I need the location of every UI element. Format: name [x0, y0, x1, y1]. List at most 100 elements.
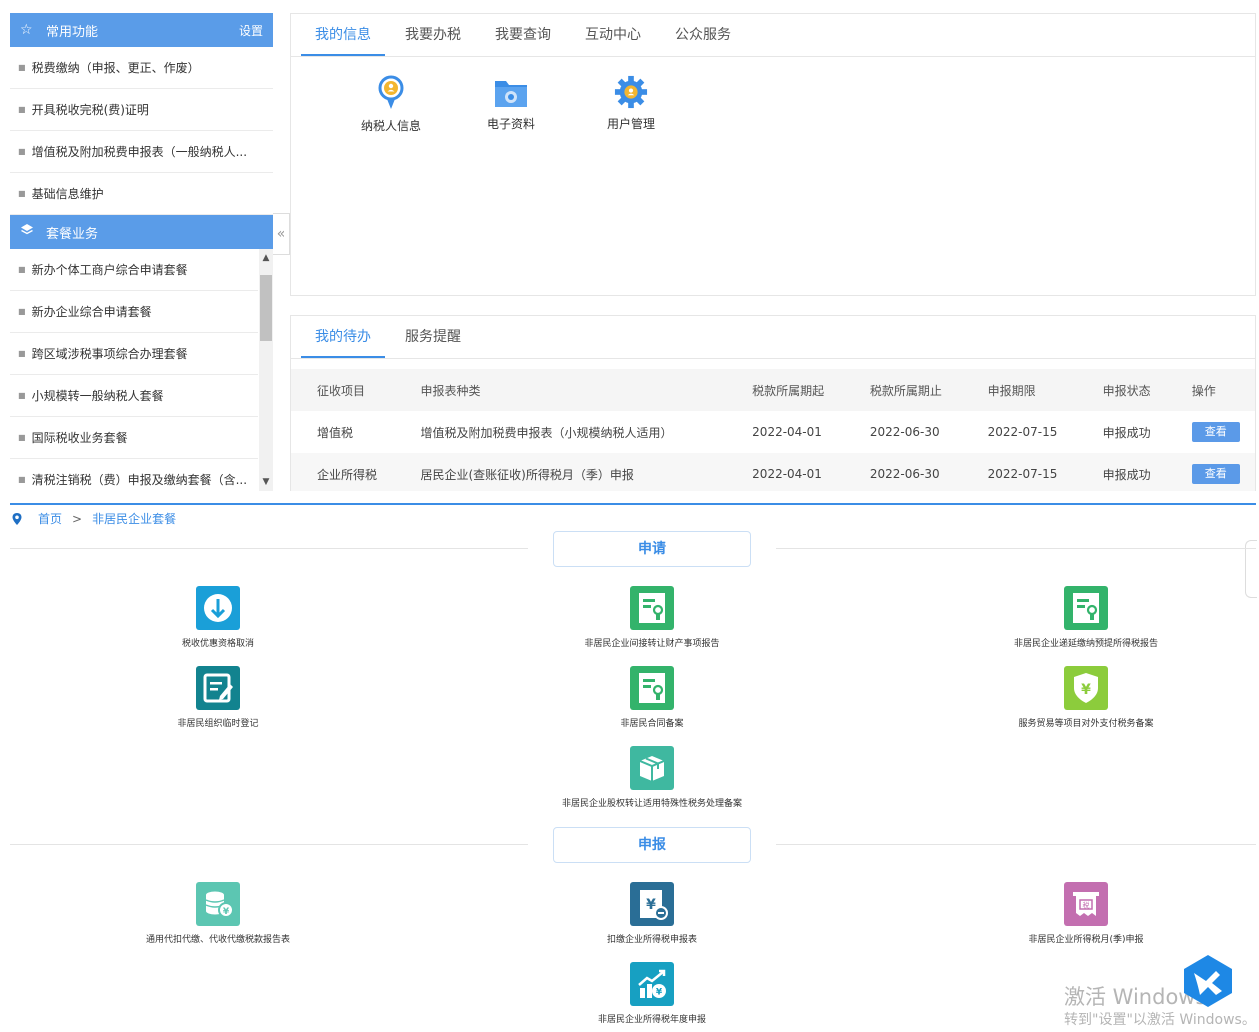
sidebar-item-tax-payment[interactable]: ■ 税费缴纳（申报、更正、作废） [10, 47, 273, 89]
service-temp-registration[interactable]: 非居民组织临时登记 [88, 666, 348, 729]
sidebar-item-package[interactable]: ■ 新办个体工商户综合申请套餐 [10, 249, 258, 291]
table-cell: 2022-04-01 [726, 453, 844, 491]
service-withholding-cit-return[interactable]: ¥ 扣缴企业所得税申报表 [522, 882, 782, 945]
sidebar-item-basic-info[interactable]: ■ 基础信息维护 [10, 173, 273, 215]
tab-query[interactable]: 我要查询 [481, 14, 565, 56]
tab-my-todo[interactable]: 我的待办 [301, 316, 385, 358]
package-list-scrollbar[interactable]: ▲ ▼ [259, 249, 273, 491]
certificate-icon [630, 586, 674, 630]
column-header: 操作 [1165, 369, 1255, 411]
coins-icon: ¥ [196, 882, 240, 926]
service-label: 服务贸易等项目对外支付税务备案 [1018, 719, 1154, 729]
tab-handle-tax[interactable]: 我要办税 [391, 14, 475, 56]
breadcrumb-separator: > [72, 511, 83, 526]
scroll-down-icon[interactable]: ▼ [259, 475, 273, 489]
todo-tabs: 我的待办 服务提醒 [291, 316, 1255, 359]
tab-public-service[interactable]: 公众服务 [661, 14, 745, 56]
service-contract-filing[interactable]: 非居民合同备案 [522, 666, 782, 729]
table-cell: 2022-07-15 [987, 425, 1058, 439]
service-equity-transfer-filing[interactable]: 非居民企业股权转让适用特殊性税务处理备案 [522, 746, 782, 809]
taxpayer-info-shortcut[interactable]: 纳税人信息 [331, 75, 451, 134]
table-cell: 查看 [1166, 411, 1255, 453]
service-deferred-withholding-report[interactable]: 非居民企业递延缴纳预提所得税报告 [956, 586, 1216, 649]
scroll-up-icon[interactable]: ▲ [259, 251, 273, 265]
table-cell: 2022-07-15 [961, 453, 1077, 491]
sidebar-item-package[interactable]: ■ 新办企业综合申请套餐 [10, 291, 258, 333]
bullet-icon: ■ [18, 391, 26, 400]
sidebar-item-vat-return[interactable]: ■ 增值税及附加税费申报表（一般纳税人... [10, 131, 273, 173]
section-title-declare: 申报 [553, 827, 751, 863]
column-header: 税款所属期止 [843, 369, 962, 411]
quick-icon-label: 用户管理 [606, 117, 655, 131]
section-divider-line [776, 844, 1256, 845]
tab-service-reminder[interactable]: 服务提醒 [391, 316, 475, 358]
my-todo-panel: 我的待办 服务提醒 征收项目 申报表种类 税款所属期起 税款所属期止 申报期限 … [290, 315, 1256, 491]
table-cell: 查看 [1165, 453, 1255, 491]
breadcrumb-home-link[interactable]: 首页 [38, 510, 62, 527]
box-icon [630, 746, 674, 790]
breadcrumb: 首页 > 非居民企业套餐 [10, 510, 176, 527]
view-button[interactable]: 查看 [1191, 464, 1240, 484]
svg-text:¥: ¥ [656, 988, 663, 998]
e-documents-shortcut[interactable]: 电子资料 [451, 75, 571, 134]
table-cell: 增值税 [317, 425, 354, 440]
bird-logo-icon [1184, 955, 1232, 1007]
sidebar-collapse-button[interactable]: « [273, 213, 290, 255]
quick-icon-label: 纳税人信息 [360, 119, 421, 133]
sidebar-item-label: 国际税收业务套餐 [31, 431, 128, 445]
sidebar-item-tax-certificate[interactable]: ■ 开具税收完税(费)证明 [10, 89, 273, 131]
sidebar-item-label: 开具税收完税(费)证明 [31, 103, 149, 117]
sidebar-item-label: 新办个体工商户综合申请套餐 [31, 263, 188, 277]
bullet-icon: ■ [18, 189, 26, 198]
breadcrumb-current: 非居民企业套餐 [92, 512, 177, 526]
sidebar-item-package[interactable]: ■ 国际税收业务套餐 [10, 417, 258, 459]
sidebar-item-package[interactable]: ■ 清税注销税（费）申报及缴纳套餐（含... [10, 459, 258, 491]
sidebar-item-label: 小规模转一般纳税人套餐 [31, 389, 164, 403]
tab-my-info[interactable]: 我的信息 [301, 14, 385, 56]
service-withholding-report[interactable]: ¥ 通用代扣代缴、代收代缴税款报告表 [88, 882, 348, 945]
todo-table: 征收项目 申报表种类 税款所属期起 税款所属期止 申报期限 申报状态 操作 增值… [291, 369, 1255, 491]
certificate-icon [630, 666, 674, 710]
service-indirect-transfer-report[interactable]: 非居民企业间接转让财产事项报告 [522, 586, 782, 649]
bullet-icon: ■ [18, 63, 26, 72]
sidebar-item-label: 新办企业综合申请套餐 [31, 305, 152, 319]
table-header-row: 征收项目 申报表种类 税款所属期起 税款所属期止 申报期限 申报状态 操作 [291, 369, 1255, 411]
column-header: 税款所属期起 [726, 369, 844, 411]
sidebar-item-package[interactable]: ■ 跨区域涉税事项综合办理套餐 [10, 333, 258, 375]
table-cell: 2022-06-30 [843, 453, 962, 491]
column-header: 申报状态 [1076, 369, 1166, 411]
sidebar-item-package[interactable]: ■ 小规模转一般纳税人套餐 [10, 375, 258, 417]
e-documents-icon [495, 81, 527, 107]
service-label: 非居民组织临时登记 [177, 719, 259, 729]
table-cell: 申报成功 [1102, 425, 1151, 440]
user-management-shortcut[interactable]: 用户管理 [571, 75, 691, 134]
section-title-apply: 申请 [553, 531, 751, 567]
bullet-icon: ■ [18, 147, 26, 156]
service-tax-preference-cancel[interactable]: 税收优惠资格取消 [88, 586, 348, 649]
sidebar-item-label: 税费缴纳（申报、更正、作废） [31, 61, 200, 75]
service-outbound-payment-filing[interactable]: ¥ 服务贸易等项目对外支付税务备案 [956, 666, 1216, 729]
tax-ticket-icon: 税 [1064, 882, 1108, 926]
tab-interaction-center[interactable]: 互动中心 [571, 14, 655, 56]
watermark-line2: 转到"设置"以激活 Windows。 [1064, 1012, 1256, 1028]
view-button[interactable]: 查看 [1191, 422, 1240, 442]
service-nonresident-cit-quarterly[interactable]: 税 非居民企业所得税月(季)申报 [956, 882, 1216, 945]
table-cell: 居民企业(查账征收)所得税月（季）申报 [394, 453, 727, 491]
my-info-panel: 我的信息 我要办税 我要查询 互动中心 公众服务 纳税人信息 电子资料 用户管理 [290, 13, 1256, 296]
section-divider-line [776, 548, 1256, 549]
sidebar-item-label: 增值税及附加税费申报表（一般纳税人... [31, 145, 248, 159]
table-cell: 增值税及附加税费申报表（小规模纳税人适用） [420, 425, 673, 440]
sidebar-item-label: 跨区域涉税事项综合办理套餐 [31, 347, 188, 361]
scrollbar-thumb[interactable] [260, 275, 272, 341]
common-functions-title: 常用功能 [46, 24, 99, 40]
growth-chart-icon: ¥ [630, 962, 674, 1006]
star-icon: ☆ [20, 22, 33, 38]
settings-link[interactable]: 设置 [239, 22, 263, 39]
service-nonresident-cit-annual[interactable]: ¥ 非居民企业所得税年度申报 [522, 962, 782, 1025]
column-header: 征收项目 [291, 369, 395, 411]
table-cell: 申报成功 [1076, 453, 1166, 491]
packages-header[interactable]: 套餐业务 [10, 215, 273, 249]
column-header: 申报期限 [961, 369, 1077, 411]
location-pin-icon [12, 512, 22, 525]
service-label: 非居民企业所得税月(季)申报 [1028, 935, 1144, 945]
